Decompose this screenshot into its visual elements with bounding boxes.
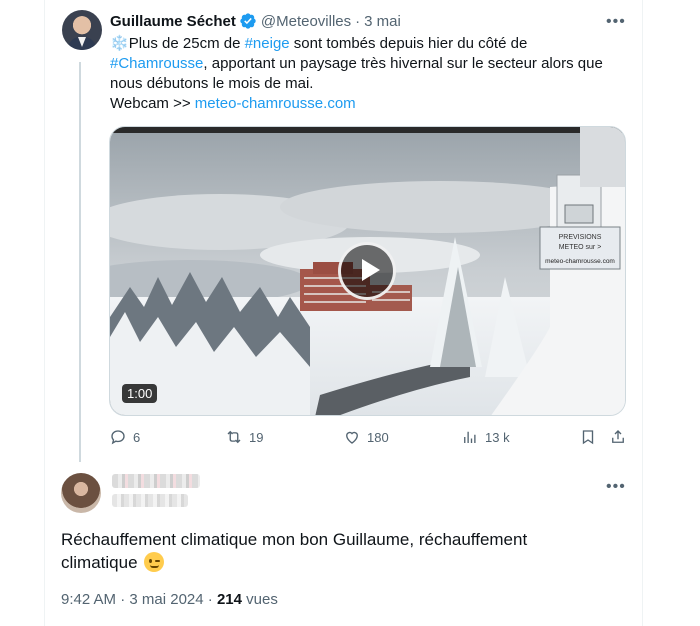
tweet-text: ❄️Plus de 25cm de #neige sont tombés dep… <box>110 34 630 114</box>
reply-text: Réchauffement climatique mon bon Guillau… <box>61 528 621 574</box>
tweet-meta: 9:42 AM · 3 mai 2024 · 214 vues <box>61 591 278 608</box>
thread-connector-line <box>79 62 81 462</box>
author-name[interactable]: Guillaume Séchet <box>110 13 236 30</box>
tweet-text-part2: sont tombés depuis hier du côté de <box>289 35 528 52</box>
reply-action[interactable]: 6 <box>109 428 140 446</box>
meta-time[interactable]: 9:42 AM <box>61 591 116 608</box>
reply-author-name-redacted <box>112 474 200 488</box>
play-button[interactable] <box>338 242 396 300</box>
repost-icon <box>227 430 241 444</box>
tweet-actions-bar: 6 19 180 13 k <box>109 428 629 450</box>
tweet-text-part1: Plus de 25cm de <box>128 35 245 52</box>
meta-separator2: · <box>203 591 217 608</box>
header-separator: · <box>355 12 361 30</box>
more-icon[interactable]: ••• <box>606 13 626 31</box>
video-player[interactable]: PREVISIONS METEO sur > meteo-chamrousse.… <box>109 126 626 416</box>
sign-line1: PREVISIONS <box>559 234 602 241</box>
share-icon <box>612 430 624 443</box>
tweet-text-part3: , apportant un paysage très hivernal sur… <box>203 55 603 72</box>
webcam-label: Webcam >> <box>110 95 195 112</box>
reply-count: 6 <box>133 429 141 445</box>
reply-text-line1: Réchauffement climatique mon bon Guillau… <box>61 530 528 549</box>
reply-author-handle-redacted <box>112 494 188 507</box>
author-handle[interactable]: @Meteovilles <box>261 13 351 30</box>
meta-views-label: vues <box>241 591 278 608</box>
bookmark-icon <box>582 430 594 445</box>
snowflake-emoji-icon: ❄️ <box>110 35 129 52</box>
reply-author-avatar[interactable] <box>61 473 101 513</box>
repost-action[interactable]: 19 <box>225 428 263 446</box>
reply-icon <box>111 430 125 445</box>
hashtag-neige-link[interactable]: #neige <box>245 35 290 52</box>
verified-badge-icon <box>240 13 256 29</box>
like-action[interactable]: 180 <box>343 428 389 446</box>
column-border-left <box>44 0 45 626</box>
column-border-right <box>642 0 643 626</box>
hashtag-chamrousse-link[interactable]: #Chamrousse <box>110 55 203 72</box>
meta-views-count: 214 <box>216 591 242 608</box>
share-action[interactable] <box>609 428 627 446</box>
bookmark-action[interactable] <box>579 428 597 446</box>
tweet-text-part4: nous débutons le mois de mai. <box>110 75 314 92</box>
tweet-header: Guillaume Séchet @Meteovilles · 3 mai <box>110 11 401 31</box>
reply-more-icon[interactable]: ••• <box>606 478 626 496</box>
meta-separator: · <box>116 591 130 608</box>
author-avatar[interactable] <box>62 10 102 50</box>
heart-icon <box>346 431 358 444</box>
views-action[interactable]: 13 k <box>461 428 510 446</box>
analytics-icon <box>464 431 476 443</box>
winking-face-emoji-icon <box>144 552 165 572</box>
tweet-date[interactable]: 3 mai <box>364 13 401 30</box>
like-count: 180 <box>367 429 389 445</box>
sign-line2: METEO sur > <box>559 244 602 251</box>
meta-date[interactable]: 3 mai 2024 <box>129 591 203 608</box>
sign-line3: meteo-chamrousse.com <box>545 258 615 265</box>
reply-text-line2: climatique <box>61 553 143 572</box>
webcam-link[interactable]: meteo-chamrousse.com <box>195 95 356 112</box>
repost-count: 19 <box>249 429 264 445</box>
views-count: 13 k <box>485 429 510 445</box>
video-duration: 1:00 <box>122 384 158 403</box>
